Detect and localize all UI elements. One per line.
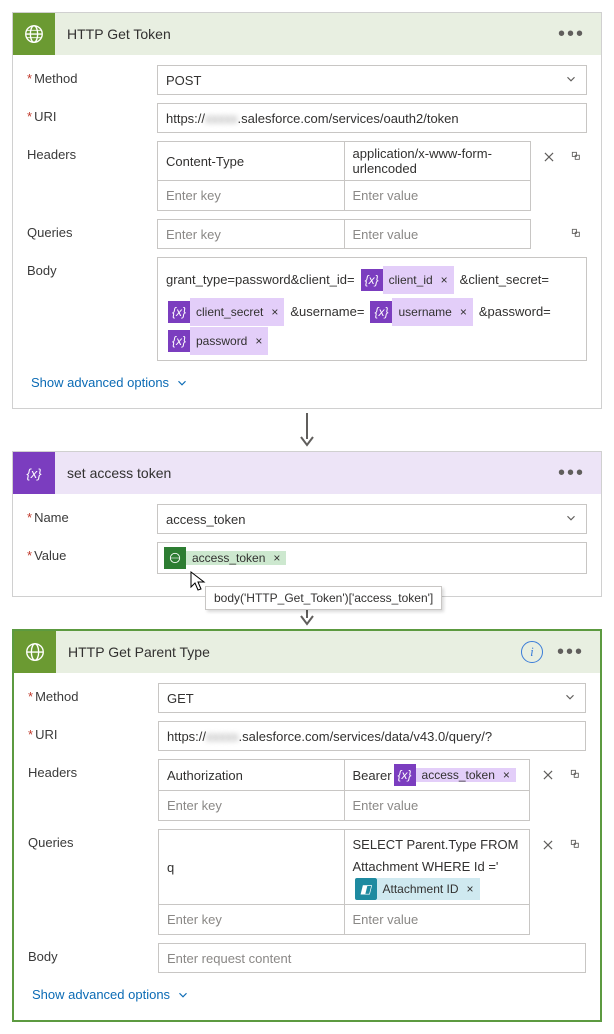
body-label: Body [28,949,58,964]
remove-token-icon[interactable]: × [271,551,286,565]
token-access-token[interactable]: access_token × [164,547,286,569]
header-value-input[interactable]: Enter value [345,791,531,821]
name-label: Name [34,510,69,525]
delete-row-icon[interactable] [538,835,558,855]
delete-row-icon[interactable] [539,147,559,167]
query-key-input[interactable]: q [158,829,345,905]
variable-icon: {x} [13,452,55,494]
header-value-input[interactable]: Enter value [345,181,532,211]
method-select[interactable]: POST [157,65,587,95]
card-header[interactable]: {x} set access token ••• [13,452,601,494]
value-label: Value [34,548,66,563]
method-select[interactable]: GET [158,683,586,713]
card-title: set access token [55,465,558,481]
variable-name-select[interactable]: access_token [157,504,587,534]
token-username[interactable]: {x}username× [370,301,472,323]
uri-label: URI [35,727,57,742]
query-value-input[interactable]: Enter value [345,905,531,935]
remove-token-icon[interactable]: × [458,298,473,326]
more-icon[interactable]: ••• [558,468,585,478]
http-icon [13,13,55,55]
remove-token-icon[interactable]: × [465,878,480,900]
http-icon [14,631,56,673]
headers-label: Headers [28,765,77,780]
card-title: HTTP Get Parent Type [56,644,521,660]
action-card-http-get-token: HTTP Get Token ••• *Method POST *URI [12,12,602,409]
reorder-icon[interactable] [566,835,586,855]
chevron-down-icon [563,690,577,707]
remove-token-icon[interactable]: × [439,266,454,294]
header-value-input[interactable]: application/x-www-form-urlencoded [345,141,532,181]
variable-value-input[interactable]: access_token × [157,542,587,574]
remove-token-icon[interactable]: × [253,327,268,355]
show-advanced-link[interactable]: Show advanced options [32,987,190,1002]
card-header[interactable]: HTTP Get Parent Type i ••• [14,631,600,673]
token-attachment-id[interactable]: ◧Attachment ID× [355,878,480,900]
tooltip: body('HTTP_Get_Token')['access_token'] [205,586,442,610]
show-advanced-link[interactable]: Show advanced options [31,375,189,390]
info-icon[interactable]: i [521,641,543,663]
chevron-down-icon [175,376,189,390]
body-input[interactable]: Enter request content [158,943,586,973]
reorder-icon[interactable] [567,147,587,167]
chevron-down-icon [564,511,578,528]
token-password[interactable]: {x}password× [168,330,268,352]
query-value-input[interactable]: Enter value [345,219,532,249]
action-card-http-get-parent-type: HTTP Get Parent Type i ••• *Method GET *… [12,629,602,1022]
header-key-input[interactable]: Enter key [158,791,345,821]
header-key-input[interactable]: Authorization [158,759,345,791]
connector-arrow [12,409,602,451]
headers-label: Headers [27,147,76,162]
query-key-input[interactable]: Enter key [157,219,345,249]
method-label: Method [35,689,78,704]
token-client_id[interactable]: {x}client_id× [361,269,454,291]
header-value-input[interactable]: Bearer {x}access_token× [345,759,531,791]
header-key-input[interactable]: Content-Type [157,141,345,181]
body-input[interactable]: grant_type=password&client_id={x}client_… [157,257,587,361]
header-key-input[interactable]: Enter key [157,181,345,211]
reorder-icon[interactable] [567,224,587,244]
more-icon[interactable]: ••• [557,647,584,657]
more-icon[interactable]: ••• [558,29,585,39]
delete-row-icon[interactable] [538,765,558,785]
uri-label: URI [34,109,56,124]
method-label: Method [34,71,77,86]
queries-label: Queries [28,835,74,850]
reorder-icon[interactable] [566,765,586,785]
uri-input[interactable]: https://xxxxx.salesforce.com/services/oa… [157,103,587,133]
query-key-input[interactable]: Enter key [158,905,345,935]
token-client_secret[interactable]: {x}client_secret× [168,301,284,323]
queries-label: Queries [27,225,73,240]
token-access-token[interactable]: {x}access_token× [394,764,516,786]
chevron-down-icon [176,988,190,1002]
body-label: Body [27,263,57,278]
action-card-set-access-token: {x} set access token ••• *Name access_to… [12,451,602,597]
card-title: HTTP Get Token [55,26,558,42]
chevron-down-icon [564,72,578,89]
query-value-input[interactable]: SELECT Parent.Type FROM Attachment WHERE… [345,829,531,905]
uri-input[interactable]: https://xxxxx.salesforce.com/services/da… [158,721,586,751]
remove-token-icon[interactable]: × [269,298,284,326]
card-header[interactable]: HTTP Get Token ••• [13,13,601,55]
remove-token-icon[interactable]: × [501,768,516,782]
